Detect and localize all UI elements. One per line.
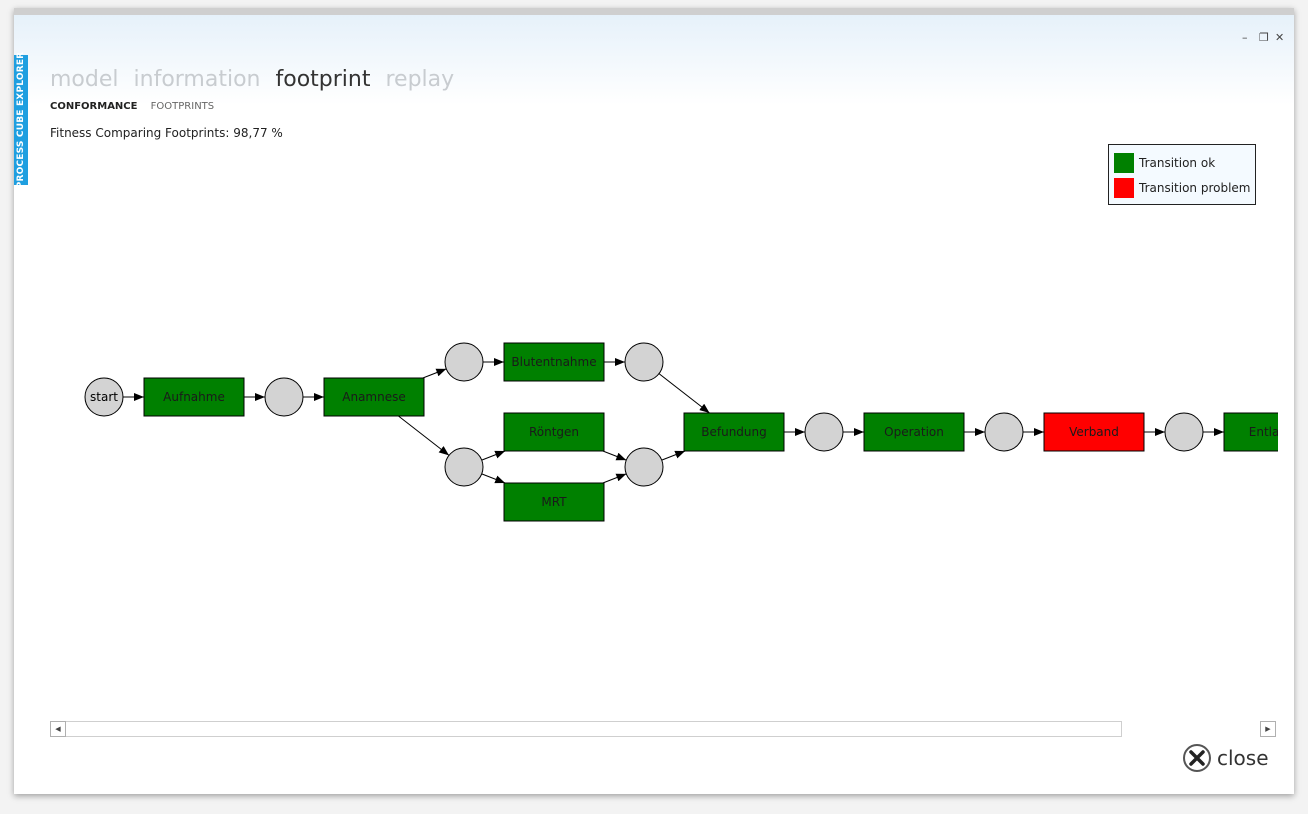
place-p3[interactable] [444, 447, 484, 487]
main-nav: model information footprint replay [50, 67, 462, 92]
tab-footprint[interactable]: footprint [276, 67, 371, 92]
close-circle-icon [1183, 744, 1211, 772]
process-cube-window: – ❐ ✕ PROCESS CUBE EXPLORER model inform… [14, 8, 1294, 794]
transition-label: MRT [541, 495, 567, 509]
arc-t_mrt-p5 [602, 473, 627, 484]
transition-label: Blutentnahme [511, 355, 596, 369]
arc-p5-t_befundung [661, 450, 686, 461]
legend-item-problem: Transition problem [1114, 178, 1251, 198]
transition-mrt[interactable]: MRT [503, 482, 605, 522]
scroll-right-icon[interactable]: ▶ [1260, 721, 1276, 737]
place-circle [264, 377, 304, 417]
transition-befundung[interactable]: Befundung [683, 412, 785, 452]
place-circle [444, 447, 484, 487]
place-p6[interactable] [804, 412, 844, 452]
close-window-icon[interactable]: ✕ [1275, 31, 1284, 44]
place-p4[interactable] [624, 342, 664, 382]
place-p8[interactable] [1164, 412, 1204, 452]
legend-item-ok: Transition ok [1114, 153, 1215, 173]
transition-label: Operation [884, 425, 944, 439]
transition-entlassen[interactable]: Entlasse [1223, 412, 1278, 452]
subtab-footprints[interactable]: FOOTPRINTS [151, 101, 214, 112]
transition-label: Anamnese [342, 390, 405, 404]
place-label: start [90, 390, 118, 404]
legend-label-problem: Transition problem [1139, 181, 1251, 195]
petri-net-canvas: start Aufnahme Anamnese Blutentnahme Röntgen… [84, 342, 1278, 522]
scroll-left-icon[interactable]: ◀ [50, 721, 66, 737]
transition-label: Befundung [701, 425, 767, 439]
transition-label: Entlasse [1249, 425, 1278, 439]
place-p0[interactable]: start [84, 377, 124, 417]
transition-label: Verband [1069, 425, 1119, 439]
petri-net-graph[interactable]: start Aufnahme Anamnese Blutentnahme Röntgen… [64, 335, 1278, 535]
transition-aufnahme[interactable]: Aufnahme [143, 377, 245, 417]
legend: Transition ok Transition problem [1108, 144, 1256, 205]
place-p2[interactable] [444, 342, 484, 382]
place-circle [804, 412, 844, 452]
place-circle [1164, 412, 1204, 452]
side-tab-process-cube-explorer[interactable]: PROCESS CUBE EXPLORER [14, 52, 28, 188]
transition-verband[interactable]: Verband [1043, 412, 1145, 452]
tab-model[interactable]: model [50, 67, 119, 92]
legend-swatch-problem [1114, 178, 1134, 198]
place-circle [624, 342, 664, 382]
arc-t_anamnese-p2 [422, 368, 447, 379]
subtab-conformance[interactable]: CONFORMANCE [50, 101, 137, 112]
transition-roentgen[interactable]: Röntgen [503, 412, 605, 452]
tab-replay[interactable]: replay [385, 67, 454, 92]
transition-blutentnahme[interactable]: Blutentnahme [503, 342, 605, 382]
transition-label: Aufnahme [163, 390, 225, 404]
restore-icon[interactable]: ❐ [1259, 31, 1269, 44]
fitness-text: Fitness Comparing Footprints: 98,77 % [50, 126, 283, 140]
sub-nav: CONFORMANCE FOOTPRINTS [50, 101, 224, 112]
arc-t_roentgen-p5 [602, 450, 627, 461]
arc-p3-t_roentgen [481, 450, 506, 461]
place-circle [984, 412, 1024, 452]
horizontal-scrollbar[interactable]: ◀ ▶ [50, 721, 1286, 737]
transition-label: Röntgen [529, 425, 579, 439]
place-p1[interactable] [264, 377, 304, 417]
arc-p3-t_mrt [481, 473, 506, 484]
transition-operation[interactable]: Operation [863, 412, 965, 452]
arc-p4-t_befundung [658, 373, 710, 414]
side-tab-label: PROCESS CUBE EXPLORER [16, 51, 26, 189]
place-circle [624, 447, 664, 487]
legend-label-ok: Transition ok [1139, 156, 1216, 170]
minimize-icon[interactable]: – [1242, 31, 1248, 44]
place-p7[interactable] [984, 412, 1024, 452]
transition-anamnese[interactable]: Anamnese [323, 377, 425, 417]
legend-swatch-ok [1114, 153, 1134, 173]
close-button[interactable]: close [1183, 741, 1269, 775]
tab-information[interactable]: information [134, 67, 261, 92]
place-p5[interactable] [624, 447, 664, 487]
close-label: close [1217, 746, 1269, 770]
arc-t_anamnese-p3 [398, 415, 450, 456]
place-circle [444, 342, 484, 382]
scrollbar-thumb[interactable] [66, 721, 1122, 737]
